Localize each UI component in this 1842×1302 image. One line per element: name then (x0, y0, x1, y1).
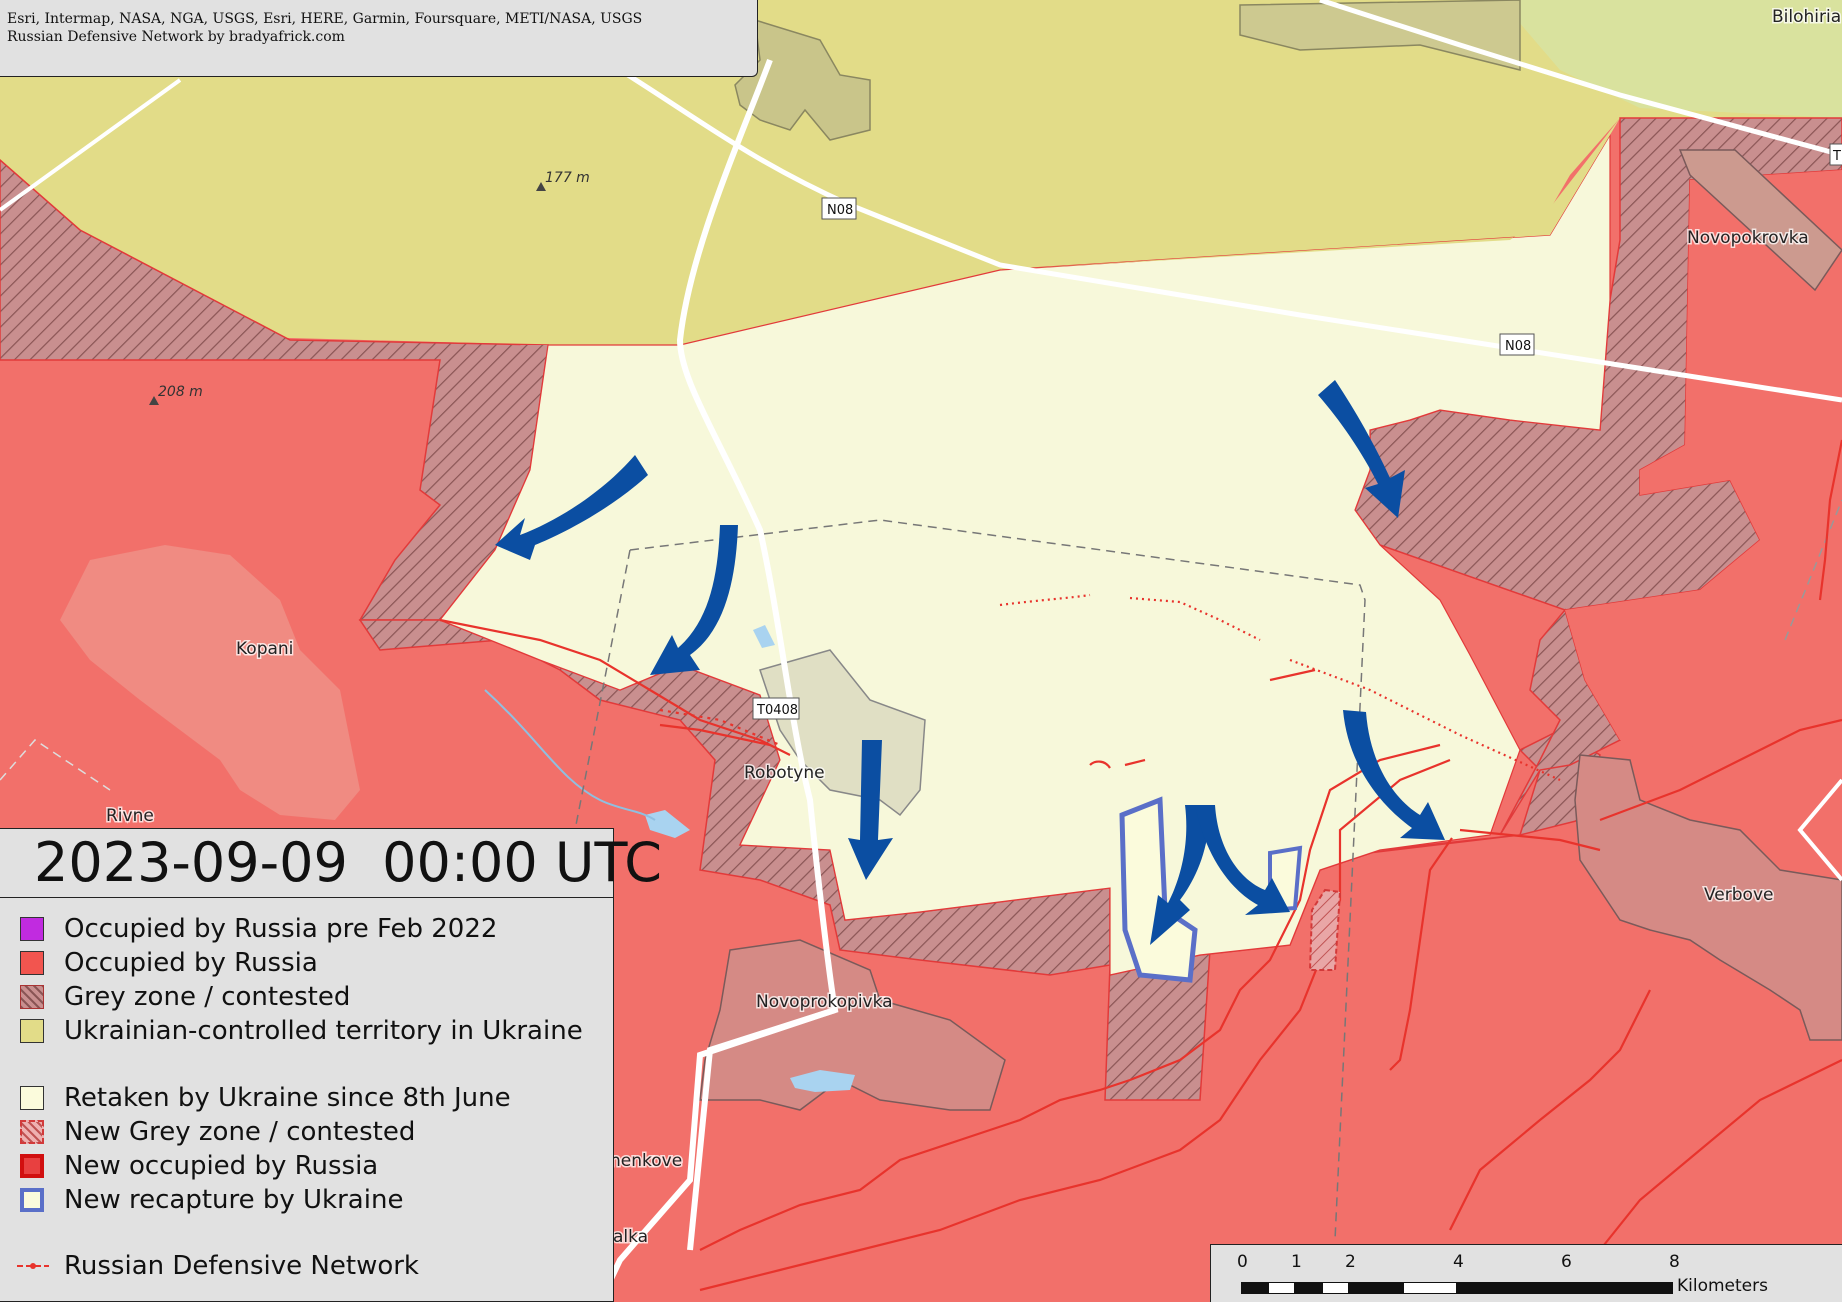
scale-segment (1268, 1282, 1295, 1294)
svg-text:N08: N08 (827, 203, 853, 218)
legend-label: Occupied by Russia pre Feb 2022 (64, 914, 498, 944)
place-label-rivne: Rivne (106, 806, 154, 826)
legend-item: Russian Defensive Network (17, 1251, 419, 1281)
scale-segment (1457, 1282, 1565, 1294)
scale-unit: Kilometers (1677, 1276, 1768, 1296)
legend-label: Retaken by Ukraine since 8th June (64, 1083, 511, 1113)
legend-label: Ukrainian-controlled territory in Ukrain… (64, 1016, 583, 1046)
place-label-kopani: Kopani (236, 639, 293, 659)
place-label-robotyne: Robotyne (744, 763, 825, 783)
legend-swatch (20, 951, 44, 975)
place-label-novoprokopivka: Novoprokopivka (756, 992, 893, 1012)
legend-label: Grey zone / contested (64, 982, 351, 1012)
legend-swatch (20, 1019, 44, 1043)
scale-tick-label: 4 (1453, 1252, 1464, 1272)
legend-swatch (20, 1120, 44, 1144)
legend-label: New recapture by Ukraine (64, 1185, 404, 1215)
legend-item: Occupied by Russia (20, 948, 318, 978)
place-label-novopokrovka: Novopokrovka (1687, 228, 1809, 248)
timestamp: 2023-09-09 00:00 UTC (0, 829, 662, 898)
place-label-bilohiria: Bilohiria (1772, 7, 1841, 27)
legend-swatch (20, 917, 44, 941)
legend-swatch (20, 1154, 44, 1178)
scale-segment (1403, 1282, 1457, 1294)
legend-label: New occupied by Russia (64, 1151, 379, 1181)
place-label-menkove: nenkove (610, 1151, 682, 1171)
attribution-panel: Esri, Intermap, NASA, NGA, USGS, Esri, H… (0, 0, 758, 77)
svg-text:T0408: T0408 (756, 703, 798, 718)
legend-item: New occupied by Russia (20, 1151, 379, 1181)
legend-swatch (20, 985, 44, 1009)
legend-label: New Grey zone / contested (64, 1117, 416, 1147)
svg-text:T: T (1832, 149, 1841, 164)
scale-tick-label: 6 (1561, 1252, 1572, 1272)
svg-text:177 m: 177 m (545, 170, 590, 186)
legend-item: New Grey zone / contested (20, 1117, 416, 1147)
scale-segment (1565, 1282, 1673, 1294)
legend-swatch (16, 1254, 50, 1278)
legend-item: Grey zone / contested (20, 982, 351, 1012)
attribution-line: Russian Defensive Network by bradyafrick… (7, 29, 345, 45)
legend-item: Ukrainian-controlled territory in Ukrain… (20, 1016, 583, 1046)
legend-item: New recapture by Ukraine (20, 1185, 404, 1215)
legend-label: Occupied by Russia (64, 948, 318, 978)
legend-label: Russian Defensive Network (64, 1251, 419, 1281)
svg-text:N08: N08 (1505, 339, 1531, 354)
scale-segment (1295, 1282, 1322, 1294)
road-shield-edge: T (1829, 143, 1842, 166)
scale-bar: 0 1 2 4 6 8 Kilometers (1210, 1244, 1842, 1302)
place-label-verbove: Verbove (1704, 885, 1773, 905)
scale-segment (1241, 1282, 1268, 1294)
road-shield-t0408: T0408 (752, 697, 800, 720)
scale-tick-label: 2 (1345, 1252, 1356, 1272)
legend-swatch (20, 1086, 44, 1110)
scale-segment (1349, 1282, 1403, 1294)
road-shield-n08: N08 (1499, 333, 1535, 356)
legend-swatch (20, 1188, 44, 1212)
scale-segment (1322, 1282, 1349, 1294)
road-shield-n08: N08 (821, 197, 857, 220)
attribution-line: Esri, Intermap, NASA, NGA, USGS, Esri, H… (7, 11, 643, 27)
legend-item: Occupied by Russia pre Feb 2022 (20, 914, 498, 944)
scale-tick-label: 1 (1291, 1252, 1302, 1272)
scale-tick-label: 0 (1237, 1252, 1248, 1272)
legend-item: Retaken by Ukraine since 8th June (20, 1083, 511, 1113)
svg-text:208 m: 208 m (158, 384, 203, 400)
map-legend: 2023-09-09 00:00 UTC Occupied by Russia … (0, 828, 662, 1302)
place-label-malka: alka (613, 1227, 648, 1247)
scale-tick-label: 8 (1669, 1252, 1680, 1272)
